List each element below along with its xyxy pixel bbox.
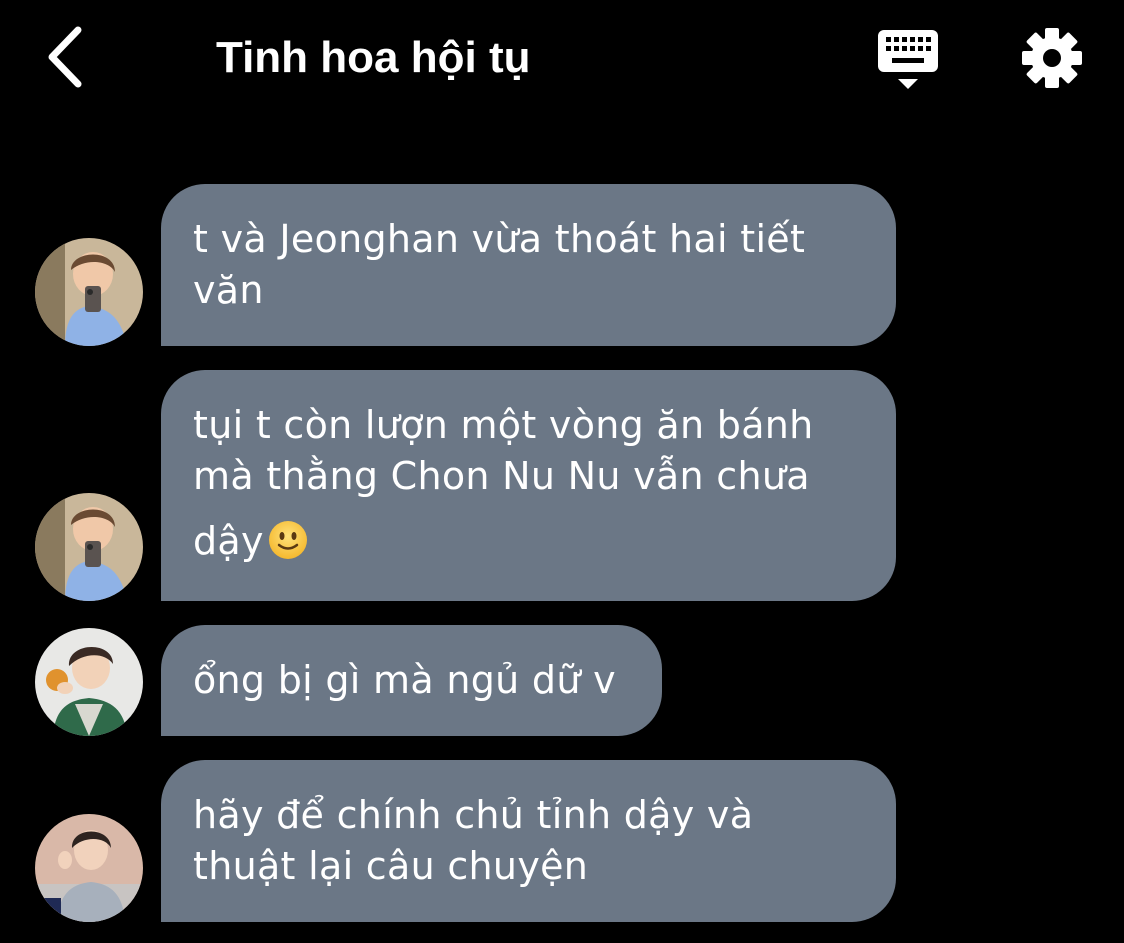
message-line: thuật lại câu chuyện — [193, 844, 589, 888]
avatar-image — [35, 493, 143, 601]
message-bubble[interactable]: ổng bị gì mà ngủ dữ v — [161, 625, 662, 736]
avatar-2[interactable] — [35, 628, 143, 736]
message-bubble[interactable]: tụi t còn lượn một vòng ăn bánh mà thằng… — [161, 370, 896, 601]
message-bubble[interactable]: t và Jeonghan vừa thoát hai tiết văn — [161, 184, 896, 346]
message-list: t và Jeonghan vừa thoát hai tiết văn tụi… — [0, 0, 1124, 943]
message-line: dậy — [193, 519, 264, 563]
message-line: tụi t còn lượn một vòng ăn bánh — [193, 403, 814, 447]
avatar-image — [35, 814, 143, 922]
avatar-1[interactable] — [35, 493, 143, 601]
avatar-3[interactable] — [35, 814, 143, 922]
avatar-1[interactable] — [35, 238, 143, 346]
message-line: ổng bị gì mà ngủ dữ v — [193, 658, 616, 702]
message-line: t và Jeonghan vừa thoát hai tiết — [193, 217, 806, 261]
slightly-smiling-face-icon — [268, 520, 308, 560]
message-line: văn — [193, 268, 264, 312]
message-line: mà thằng Chon Nu Nu vẫn chưa — [193, 454, 810, 498]
message-bubble[interactable]: hãy để chính chủ tỉnh dậy và thuật lại c… — [161, 760, 896, 922]
message-line: hãy để chính chủ tỉnh dậy và — [193, 793, 754, 837]
avatar-image — [35, 628, 143, 736]
avatar-image — [35, 238, 143, 346]
